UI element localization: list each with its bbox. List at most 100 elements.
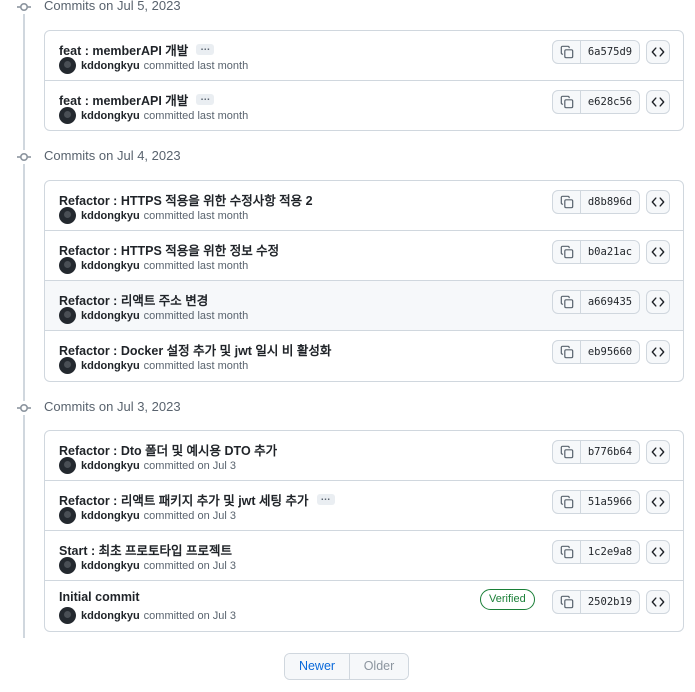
avatar[interactable] (59, 557, 76, 574)
browse-repo-button[interactable] (646, 290, 670, 314)
copy-sha-button[interactable] (553, 591, 581, 613)
commit-sha-link[interactable]: 2502b19 (581, 591, 639, 613)
commit-message[interactable]: Initial commit (59, 590, 140, 604)
sha-button-group: 1c2e9a8 (552, 540, 640, 564)
browse-repo-button[interactable] (646, 540, 670, 564)
avatar[interactable] (59, 307, 76, 324)
browse-repo-button[interactable] (646, 90, 670, 114)
sha-button-group: b776b64 (552, 440, 640, 464)
commit-row: Refactor : Docker 설정 추가 및 jwt 일시 비 활성화 k… (45, 330, 683, 380)
browse-repo-button[interactable] (646, 490, 670, 514)
author-link[interactable]: kddongkyu (81, 560, 140, 572)
copy-sha-button[interactable] (553, 491, 581, 513)
commit-row: Refactor : Dto 폴더 및 예시용 DTO 추가 kddongkyu… (45, 431, 683, 480)
commit-list: feat : memberAPI 개발 … kddongkyu committe… (44, 30, 684, 131)
sha-button-group: e628c56 (552, 90, 640, 114)
commit-meta: kddongkyu committed on Jul 3 (59, 507, 236, 524)
author-link[interactable]: kddongkyu (81, 360, 140, 372)
author-link[interactable]: kddongkyu (81, 110, 140, 122)
commit-sha-link[interactable]: b776b64 (581, 441, 639, 463)
expand-message-button[interactable]: … (196, 93, 215, 105)
browse-repo-button[interactable] (646, 40, 670, 64)
copy-sha-button[interactable] (553, 291, 581, 313)
commit-time: committed last month (143, 209, 249, 222)
group-title: Commits on Jul 5, 2023 (44, 0, 181, 13)
copy-icon (560, 45, 573, 59)
commit-sha-link[interactable]: 1c2e9a8 (581, 541, 639, 563)
copy-icon (560, 445, 573, 459)
commit-sha-link[interactable]: 51a5966 (581, 491, 639, 513)
commit-row: Refactor : 리액트 패키지 추가 및 jwt 세팅 추가 … kddo… (45, 480, 683, 530)
avatar[interactable] (59, 607, 76, 624)
copy-sha-button[interactable] (553, 341, 581, 363)
browse-repo-button[interactable] (646, 340, 670, 364)
expand-message-button[interactable]: … (196, 43, 215, 55)
copy-sha-button[interactable] (553, 541, 581, 563)
commit-sha-link[interactable]: b0a21ac (581, 241, 639, 263)
code-icon (651, 497, 665, 507)
sha-button-group: 2502b19 (552, 590, 640, 614)
sha-button-group: eb95660 (552, 340, 640, 364)
avatar[interactable] (59, 107, 76, 124)
sha-button-group: 6a575d9 (552, 40, 640, 64)
commit-sha-link[interactable]: 6a575d9 (581, 41, 639, 63)
commit-time: committed last month (143, 259, 249, 272)
avatar[interactable] (59, 57, 76, 74)
author-link[interactable]: kddongkyu (81, 610, 140, 622)
code-icon (651, 347, 665, 357)
group-header: Commits on Jul 4, 2023 (0, 147, 695, 167)
avatar[interactable] (59, 207, 76, 224)
copy-sha-button[interactable] (553, 441, 581, 463)
copy-icon (560, 195, 573, 209)
author-link[interactable]: kddongkyu (81, 510, 140, 522)
commit-time: committed last month (143, 359, 249, 372)
git-commit-icon (17, 401, 31, 415)
commit-meta: kddongkyu committed on Jul 3 (59, 457, 236, 474)
commit-group: Commits on Jul 4, 2023 Refactor : HTTPS … (0, 147, 695, 382)
copy-sha-button[interactable] (553, 191, 581, 213)
avatar[interactable] (59, 257, 76, 274)
commit-meta: kddongkyu committed last month (59, 357, 248, 374)
avatar[interactable] (59, 457, 76, 474)
commit-sha-link[interactable]: a669435 (581, 291, 639, 313)
avatar[interactable] (59, 507, 76, 524)
commit-row: Refactor : HTTPS 적용을 위한 수정사항 적용 2 kddong… (45, 181, 683, 230)
commit-meta: kddongkyu committed on Jul 3 (59, 607, 236, 624)
commit-message-text[interactable]: Initial commit (59, 590, 140, 604)
commit-row: Refactor : 리액트 주소 변경 kddongkyu committed… (45, 280, 683, 330)
code-icon (651, 97, 665, 107)
browse-repo-button[interactable] (646, 240, 670, 264)
code-icon (651, 547, 665, 557)
commit-time: committed on Jul 3 (143, 609, 236, 622)
copy-sha-button[interactable] (553, 41, 581, 63)
browse-repo-button[interactable] (646, 590, 670, 614)
copy-icon (560, 295, 573, 309)
commit-time: committed on Jul 3 (143, 559, 236, 572)
copy-sha-button[interactable] (553, 241, 581, 263)
commit-row: feat : memberAPI 개발 … kddongkyu committe… (45, 31, 683, 80)
newer-button[interactable]: Newer (285, 654, 350, 679)
code-icon (651, 197, 665, 207)
author-link[interactable]: kddongkyu (81, 310, 140, 322)
code-icon (651, 597, 665, 607)
author-link[interactable]: kddongkyu (81, 260, 140, 272)
browse-repo-button[interactable] (646, 440, 670, 464)
copy-icon (560, 345, 573, 359)
verified-badge[interactable]: Verified (480, 589, 535, 610)
author-link[interactable]: kddongkyu (81, 460, 140, 472)
author-link[interactable]: kddongkyu (81, 60, 140, 72)
avatar[interactable] (59, 357, 76, 374)
commit-sha-link[interactable]: d8b896d (581, 191, 639, 213)
expand-message-button[interactable]: … (316, 493, 335, 505)
commit-meta: kddongkyu committed last month (59, 207, 248, 224)
copy-sha-button[interactable] (553, 91, 581, 113)
commit-meta: kddongkyu committed last month (59, 107, 248, 124)
commit-row: Refactor : HTTPS 적용을 위한 정보 수정 kddongkyu … (45, 230, 683, 280)
copy-icon (560, 495, 573, 509)
group-header: Commits on Jul 5, 2023 (0, 0, 695, 17)
author-link[interactable]: kddongkyu (81, 210, 140, 222)
commit-sha-link[interactable]: eb95660 (581, 341, 639, 363)
browse-repo-button[interactable] (646, 190, 670, 214)
sha-button-group: b0a21ac (552, 240, 640, 264)
commit-sha-link[interactable]: e628c56 (581, 91, 639, 113)
